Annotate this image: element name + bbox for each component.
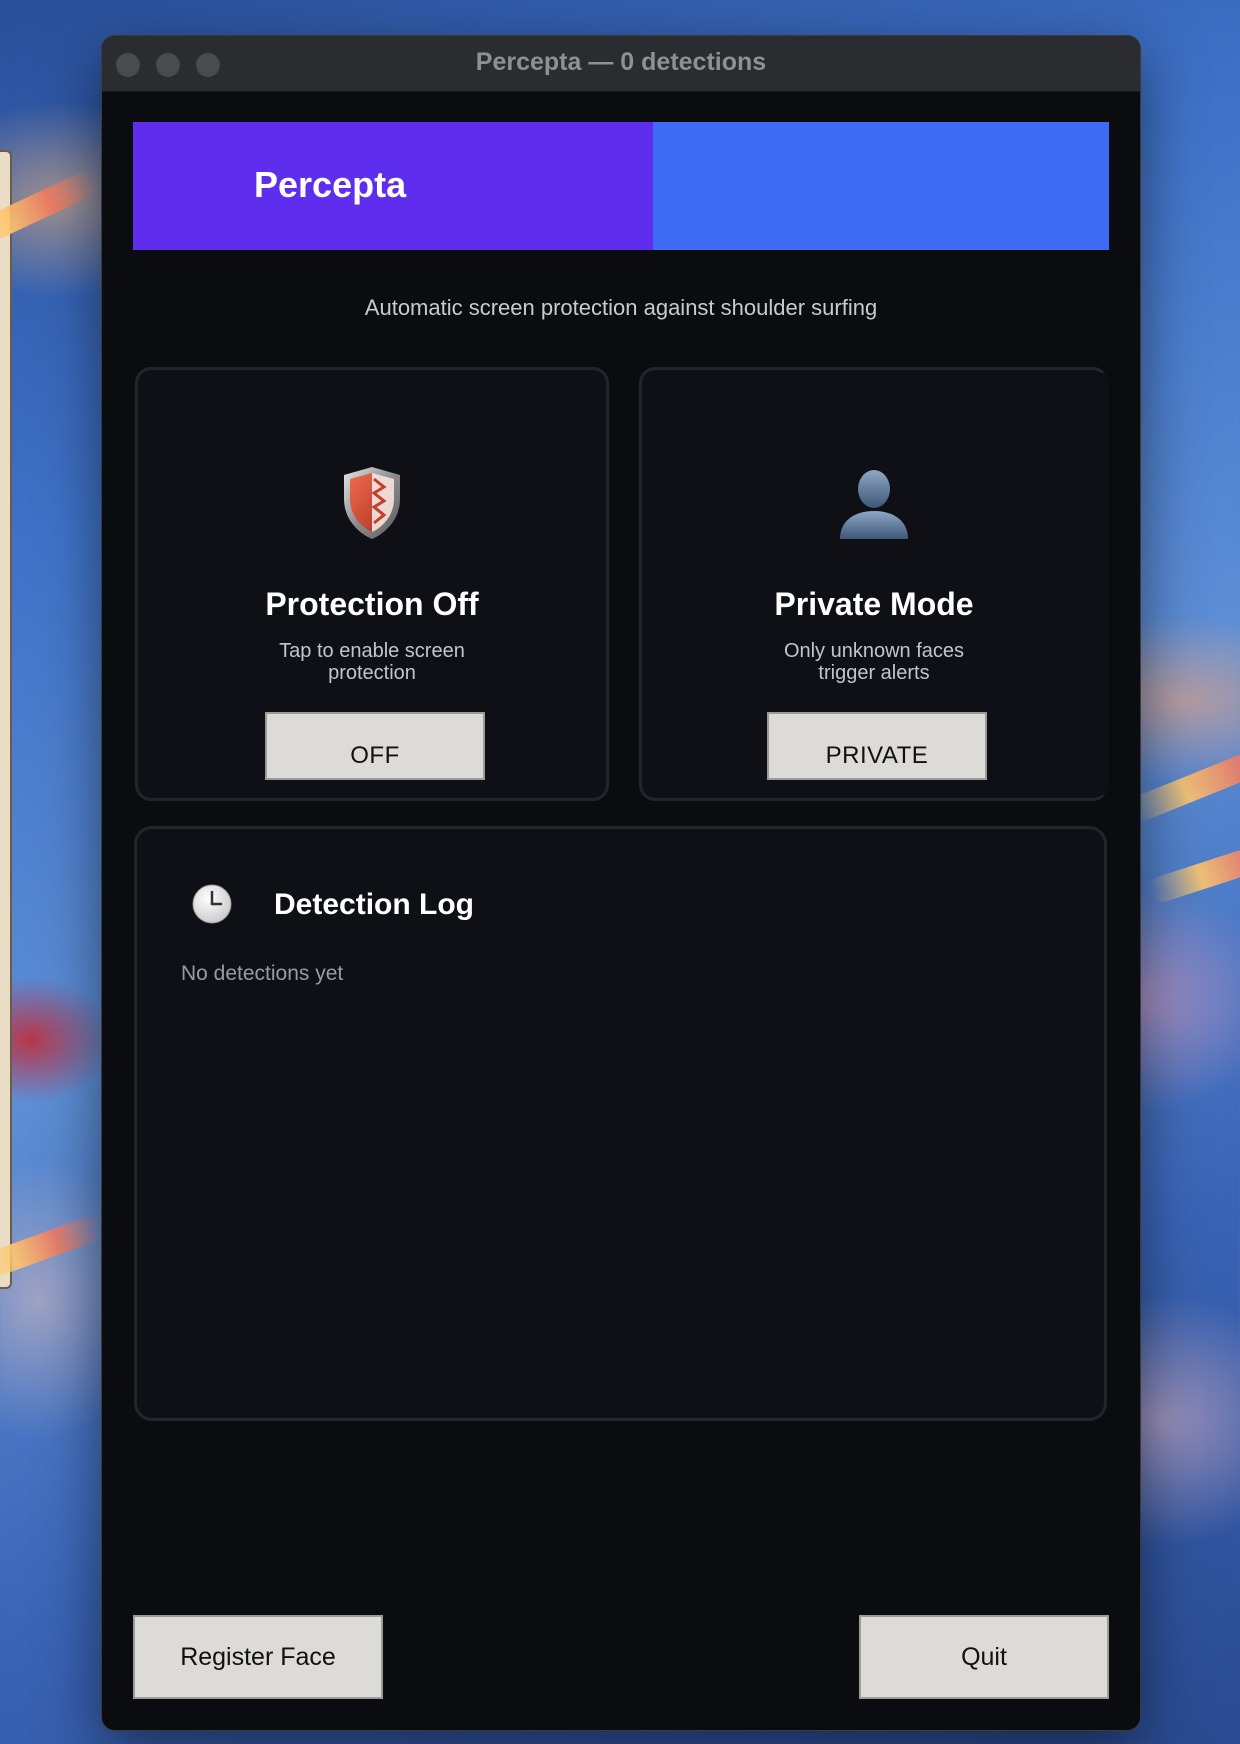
protection-toggle-button[interactable]: OFF: [265, 712, 485, 780]
background-streak: [1125, 733, 1240, 826]
window-title: Percepta — 0 detections: [475, 48, 767, 76]
shield-icon: [138, 465, 606, 541]
detection-log-title: Detection Log: [274, 888, 474, 921]
register-face-button[interactable]: Register Face: [133, 1615, 383, 1699]
app-subtitle: Automatic screen protection against shou…: [364, 295, 878, 320]
detection-log-panel: Detection Log No detections yet: [134, 826, 1107, 1421]
background-streak: [0, 1212, 107, 1286]
background-streak: [1145, 831, 1240, 906]
user-silhouette-icon: [642, 465, 1106, 541]
detection-log-empty-message: No detections yet: [181, 962, 344, 985]
header-banner: Percepta: [133, 122, 1109, 250]
protection-card: Protection Off Tap to enable screen prot…: [135, 367, 609, 801]
protection-title: Protection Off: [265, 586, 479, 622]
mode-toggle-button[interactable]: PRIVATE: [767, 712, 987, 780]
banner-right-panel: [653, 122, 1109, 250]
clock-icon: [192, 884, 232, 924]
mode-title: Private Mode: [774, 586, 974, 622]
mode-card: Private Mode Only unknown faces trigger …: [639, 367, 1109, 801]
protection-description: Tap to enable screen protection: [279, 640, 465, 684]
mode-description: Only unknown faces trigger alerts: [783, 640, 965, 684]
background-streak: [0, 167, 102, 255]
background-window-edge: [0, 150, 12, 1289]
app-title: Percepta: [254, 164, 407, 205]
title-bar: Percepta — 0 detections: [102, 36, 1140, 92]
app-window: Percepta — 0 detections Percepta Automat…: [101, 35, 1141, 1731]
banner-left-panel: Percepta: [133, 122, 653, 250]
quit-button[interactable]: Quit: [859, 1615, 1109, 1699]
